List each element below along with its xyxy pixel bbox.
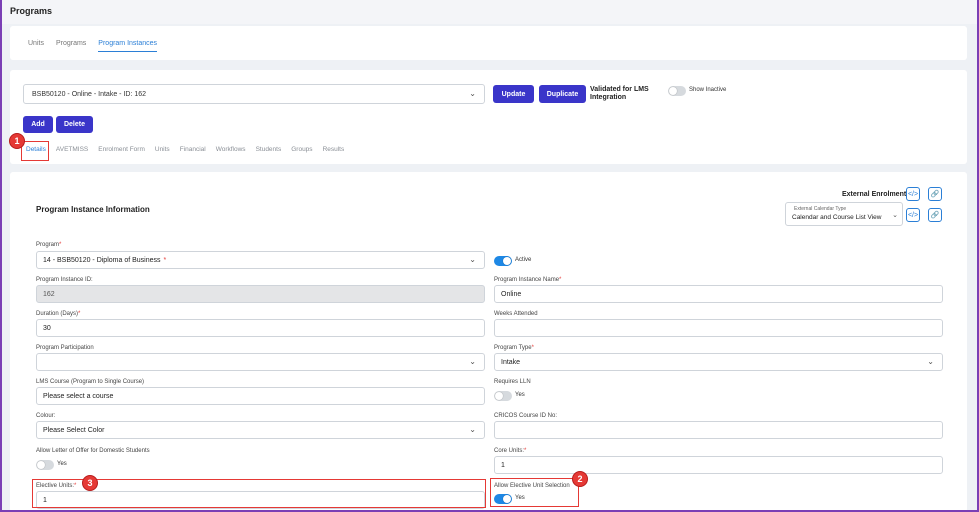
tab-results[interactable]: Results [323, 146, 345, 153]
requires-lln-label: Requires LLN [494, 379, 531, 385]
lms-course-label: LMS Course (Program to Single Course) [36, 379, 145, 385]
weeks-attended-label: Weeks Attended [494, 311, 538, 317]
validated-lms-label: Validated for LMS Integration [590, 86, 649, 101]
subnav-card: Units Programs Program Instances [10, 26, 967, 60]
subnav: Units Programs Program Instances [28, 40, 158, 52]
cricos-field[interactable] [494, 421, 943, 439]
core-units-label: Core Units:* [494, 448, 527, 454]
show-inactive-label: Show Inactive [689, 87, 727, 93]
instance-card: BSB50120 - Online - Intake - ID: 162 ⌄ U… [10, 70, 967, 164]
requires-lln-toggle-label: Yes [515, 392, 525, 398]
annotation-badge-1: 1 [9, 133, 25, 149]
chevron-down-icon: ⌄ [469, 89, 476, 99]
annotation-badge-2: 2 [572, 471, 588, 487]
calendar-type-value: Calendar and Course List View [792, 214, 882, 221]
section-title: Program Instance Information [36, 205, 150, 214]
code-icon[interactable]: </> [906, 187, 920, 201]
chevron-down-icon: ⌄ [469, 357, 476, 367]
tab-enrolment-form[interactable]: Enrolment Form [98, 146, 145, 153]
program-type-value: Intake [501, 358, 521, 366]
delete-button[interactable]: Delete [56, 116, 93, 133]
program-label: Program* [36, 242, 62, 248]
annotation-box-details-tab [21, 141, 49, 161]
annotation-box-allow-elective [490, 478, 579, 507]
letter-of-offer-toggle[interactable] [36, 460, 54, 470]
instance-name-field[interactable]: Online [494, 285, 943, 303]
duplicate-button[interactable]: Duplicate [539, 85, 586, 103]
chevron-down-icon: ⌄ [927, 357, 934, 367]
letter-of-offer-label: Allow Letter of Offer for Domestic Stude… [36, 448, 150, 454]
participation-select[interactable]: ⌄ [36, 353, 485, 371]
external-calendar-type-select[interactable]: External Calendar Type Calendar and Cour… [785, 202, 903, 226]
weeks-attended-field[interactable] [494, 319, 943, 337]
program-type-label: Program Type* [494, 345, 534, 351]
external-enrolment-label: External Enrolment [842, 191, 907, 198]
chevron-down-icon: ⌄ [469, 255, 476, 265]
colour-select[interactable]: Please Select Color ⌄ [36, 421, 485, 439]
annotation-box-elective-units [32, 479, 486, 508]
update-button[interactable]: Update [493, 85, 534, 103]
instance-select[interactable]: BSB50120 - Online - Intake - ID: 162 ⌄ [23, 84, 485, 104]
program-select[interactable]: 14 - BSB50120 - Diploma of Business * ⌄ [36, 251, 485, 269]
link-icon[interactable]: 🔗 [928, 208, 942, 222]
details-card: Program Instance Information External En… [10, 172, 967, 510]
tab-workflows[interactable]: Workflows [216, 146, 246, 153]
instance-id-field: 162 [36, 285, 485, 303]
tab-avetmiss[interactable]: AVETMISS [56, 146, 88, 153]
top-bar: Programs [2, 0, 977, 24]
tab-students[interactable]: Students [256, 146, 282, 153]
core-units-field[interactable]: 1 [494, 456, 943, 474]
link-icon[interactable]: 🔗 [928, 187, 942, 201]
add-button[interactable]: Add [23, 116, 53, 133]
instance-name-label: Program Instance Name* [494, 277, 562, 283]
program-type-select[interactable]: Intake ⌄ [494, 353, 943, 371]
active-label: Active [515, 257, 532, 263]
code-icon[interactable]: </> [906, 208, 920, 222]
tab-financial[interactable]: Financial [180, 146, 206, 153]
requires-lln-toggle[interactable] [494, 391, 512, 401]
calendar-type-caption: External Calendar Type [794, 206, 847, 212]
colour-label: Colour: [36, 413, 56, 419]
subnav-programs[interactable]: Programs [56, 40, 86, 52]
letter-of-offer-toggle-label: Yes [57, 461, 67, 467]
tab-units[interactable]: Units [155, 146, 170, 153]
instance-id-label: Program Instance ID: [36, 277, 93, 283]
app-frame: Programs Units Programs Program Instance… [0, 0, 979, 512]
duration-field[interactable]: 30 [36, 319, 485, 337]
program-value: 14 - BSB50120 - Diploma of Business [43, 256, 161, 264]
cricos-label: CRICOS Course ID No: [494, 413, 558, 419]
chevron-down-icon: ⌄ [469, 425, 476, 435]
detail-tabs: Details AVETMISS Enrolment Form Units Fi… [26, 146, 344, 153]
chevron-down-icon: ⌄ [892, 212, 898, 219]
active-toggle[interactable] [494, 256, 512, 266]
participation-label: Program Participation [36, 345, 94, 351]
lms-course-field[interactable]: Please select a course [36, 387, 485, 405]
subnav-units[interactable]: Units [28, 40, 44, 52]
show-inactive-toggle[interactable] [668, 86, 686, 96]
subnav-program-instances[interactable]: Program Instances [98, 40, 158, 52]
tab-groups[interactable]: Groups [291, 146, 312, 153]
instance-select-value: BSB50120 - Online - Intake - ID: 162 [32, 90, 147, 98]
duration-label: Duration (Days)* [36, 311, 81, 317]
colour-value: Please Select Color [43, 426, 105, 434]
annotation-badge-3: 3 [82, 475, 98, 491]
page-title: Programs [10, 6, 53, 16]
